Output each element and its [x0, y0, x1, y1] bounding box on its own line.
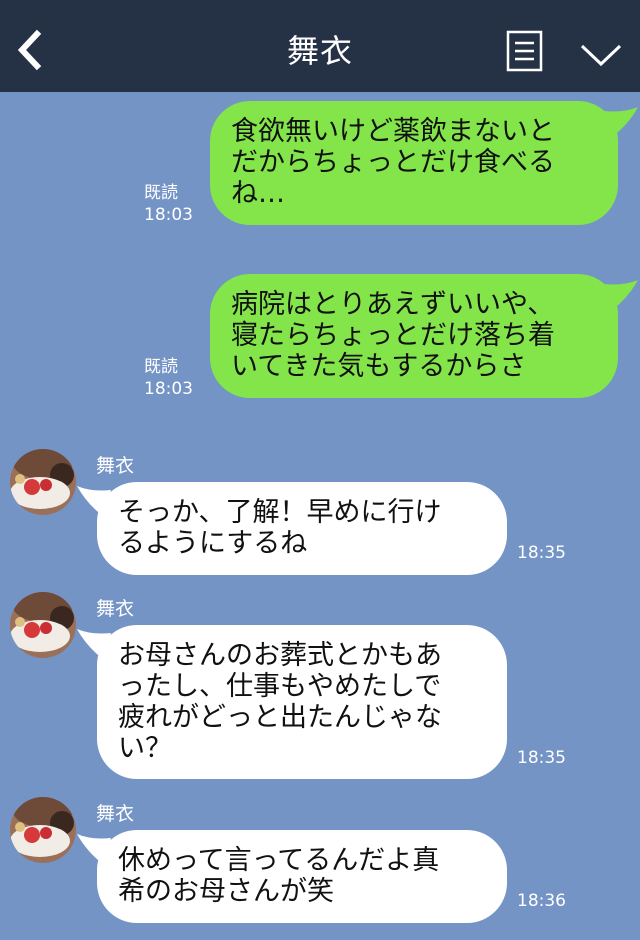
bubble-tail: [604, 107, 638, 137]
avatar-image: [10, 449, 76, 515]
expand-button[interactable]: [578, 38, 624, 72]
incoming-message-bubble[interactable]: そっか、了解！早めに行け るようにするね: [77, 482, 507, 575]
message-text: 食欲無いけど薬飲まないと だからちょっとだけ食べる ね…: [231, 116, 555, 209]
message-time: 18:35: [517, 543, 566, 563]
avatar[interactable]: [10, 449, 76, 515]
avatar[interactable]: [10, 592, 76, 658]
avatar[interactable]: [10, 797, 76, 863]
message-text: 病院はとりあえずいいや、 寝たらちょっとだけ落ち着 いてきた気もするからさ: [231, 289, 555, 382]
bubble-tail: [77, 486, 111, 516]
chat-header: 舞衣: [0, 0, 640, 92]
read-receipt: 既読: [144, 183, 178, 203]
message-meta: 既読 18:03: [144, 356, 204, 400]
message-time: 18:03: [144, 205, 193, 225]
message-text: 休めって言ってるんだよ真 希のお母さんが笑: [118, 845, 440, 907]
sender-name: 舞衣: [96, 455, 135, 477]
menu-list-icon: [506, 30, 543, 72]
read-receipt: 既読: [144, 357, 178, 377]
bubble-tail: [77, 629, 111, 659]
message-text: お母さんのお葬式とかもあ ったし、仕事もやめたしで 疲れがどっと出たんじゃな い…: [118, 640, 442, 764]
incoming-message-bubble[interactable]: お母さんのお葬式とかもあ ったし、仕事もやめたしで 疲れがどっと出たんじゃな い…: [77, 625, 507, 779]
sender-name: 舞衣: [96, 803, 135, 825]
message-time: 18:03: [144, 379, 193, 399]
message-time: 18:36: [517, 891, 566, 911]
chat-title: 舞衣: [286, 32, 353, 70]
sender-name: 舞衣: [96, 598, 135, 620]
chevron-down-icon: [580, 44, 622, 67]
avatar-image: [10, 797, 76, 863]
menu-button[interactable]: [506, 30, 544, 74]
bubble-tail: [77, 834, 111, 864]
incoming-message-bubble[interactable]: 休めって言ってるんだよ真 希のお母さんが笑: [77, 830, 507, 923]
outgoing-message-bubble[interactable]: 食欲無いけど薬飲まないと だからちょっとだけ食べる ね…: [210, 101, 638, 225]
message-text: そっか、了解！早めに行け るようにするね: [118, 497, 442, 559]
message-time: 18:35: [517, 748, 566, 768]
bubble-tail: [604, 280, 638, 310]
avatar-image: [10, 592, 76, 658]
message-meta: 既読 18:03: [144, 182, 204, 226]
outgoing-message-bubble[interactable]: 病院はとりあえずいいや、 寝たらちょっとだけ落ち着 いてきた気もするからさ: [210, 274, 638, 398]
